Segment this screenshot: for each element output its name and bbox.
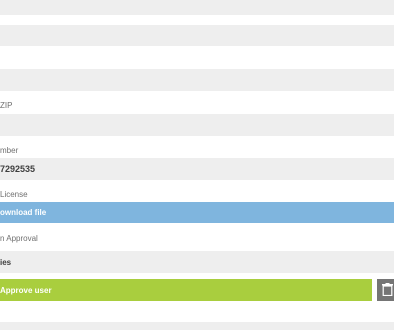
- download-file-button[interactable]: ownload file: [0, 202, 394, 223]
- input-field-3[interactable]: [0, 69, 394, 91]
- phone-number-value: 7292535: [0, 164, 36, 174]
- phone-number-input[interactable]: 7292535: [0, 158, 394, 180]
- phone-number-label: mber: [0, 146, 19, 155]
- delete-button[interactable]: [377, 279, 394, 301]
- approve-user-button[interactable]: Approve user: [0, 279, 372, 301]
- section-header: ies: [0, 251, 394, 273]
- approval-label: n Approval: [0, 234, 38, 243]
- input-field-1[interactable]: [0, 0, 394, 15]
- zip-label: ZIP: [0, 101, 13, 110]
- input-field-2[interactable]: [0, 25, 394, 46]
- zip-input[interactable]: [0, 114, 394, 136]
- trash-icon: [382, 283, 393, 296]
- input-field-bottom[interactable]: [0, 322, 394, 330]
- license-label: License: [0, 190, 28, 199]
